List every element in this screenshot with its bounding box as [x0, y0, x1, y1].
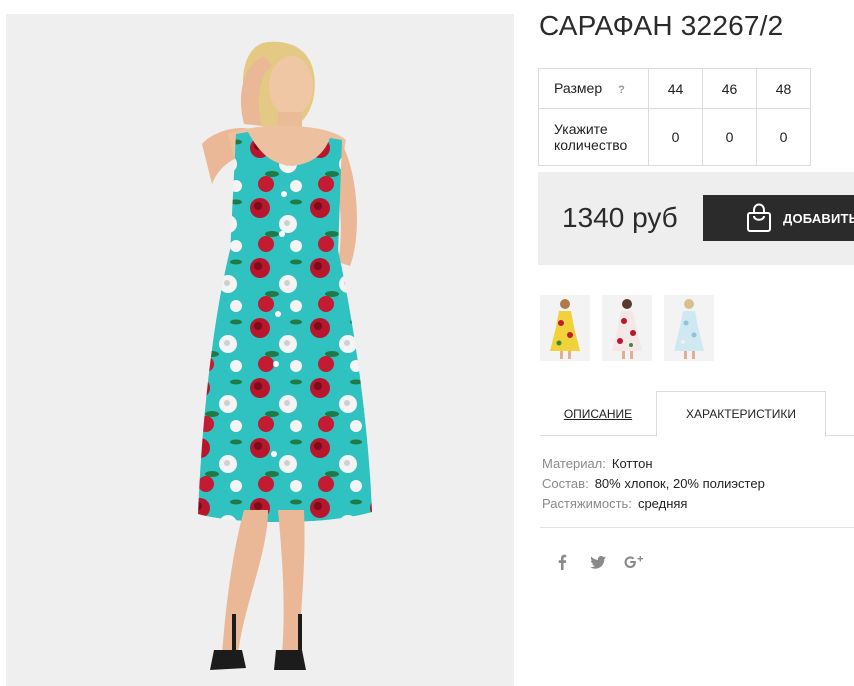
color-thumbnails — [540, 295, 726, 361]
spec-row-stretch: Растяжимость: средняя — [542, 494, 765, 514]
size-help-icon[interactable]: ? — [618, 82, 625, 98]
quantity-input-46[interactable]: 0 — [702, 108, 757, 166]
spec-row-composition: Состав: 80% хлопок, 20% полиэстер — [542, 474, 765, 494]
yellow-dress-thumbnail[interactable] — [540, 295, 590, 361]
size-48: 48 — [756, 68, 811, 109]
size-label: Размер — [554, 79, 603, 96]
social-share — [552, 552, 660, 572]
spec-row-material: Материал: Коттон — [542, 454, 765, 474]
quantity-label-line2: количество — [554, 137, 628, 153]
size-46: 46 — [702, 68, 757, 109]
quantity-label-cell: Укажите количество — [538, 108, 649, 166]
product-main-image[interactable] — [6, 14, 514, 686]
size-44: 44 — [648, 68, 703, 109]
size-label-cell: Размер? — [538, 68, 649, 109]
product-tabs: ОПИСАНИЕ ХАРАКТЕРИСТИКИ — [540, 391, 854, 437]
product-title: САРАФАН 32267/2 — [539, 10, 784, 41]
section-divider — [540, 527, 854, 528]
light-blue-dress-thumbnail[interactable] — [664, 295, 714, 361]
characteristics-list: Материал: Коттон Состав: 80% хлопок, 20% п… — [542, 454, 765, 514]
size-quantity-table: Размер? 44 46 48 Укажите количество 0 0 … — [538, 68, 811, 166]
tab-characteristics[interactable]: ХАРАКТЕРИСТИКИ — [656, 391, 826, 437]
product-price: 1340 руб — [562, 202, 678, 233]
pink-dress-thumbnail[interactable] — [602, 295, 652, 361]
spec-value: 80% хлопок, 20% полиэстер — [594, 476, 765, 491]
google-plus-icon[interactable] — [624, 552, 644, 572]
add-to-cart-label: ДОБАВИТЬ — [783, 210, 854, 226]
spec-key: Состав: — [542, 476, 589, 491]
spec-value: средняя — [637, 496, 688, 511]
size-row: Размер? 44 46 48 — [538, 68, 811, 109]
quantity-row: Укажите количество 0 0 0 — [538, 108, 811, 166]
twitter-icon[interactable] — [588, 552, 608, 572]
spec-key: Растяжимость: — [542, 496, 632, 511]
quantity-label-line1: Укажите — [554, 121, 608, 137]
shopping-bag-icon — [745, 203, 773, 233]
spec-key: Материал: — [542, 456, 606, 471]
tab-description[interactable]: ОПИСАНИЕ — [540, 391, 656, 436]
quantity-input-48[interactable]: 0 — [756, 108, 811, 166]
add-to-cart-button[interactable]: ДОБАВИТЬ — [703, 195, 854, 241]
facebook-icon[interactable] — [552, 552, 572, 572]
buy-box: 1340 руб ДОБАВИТЬ — [538, 172, 854, 265]
spec-value: Коттон — [611, 456, 653, 471]
quantity-input-44[interactable]: 0 — [648, 108, 703, 166]
